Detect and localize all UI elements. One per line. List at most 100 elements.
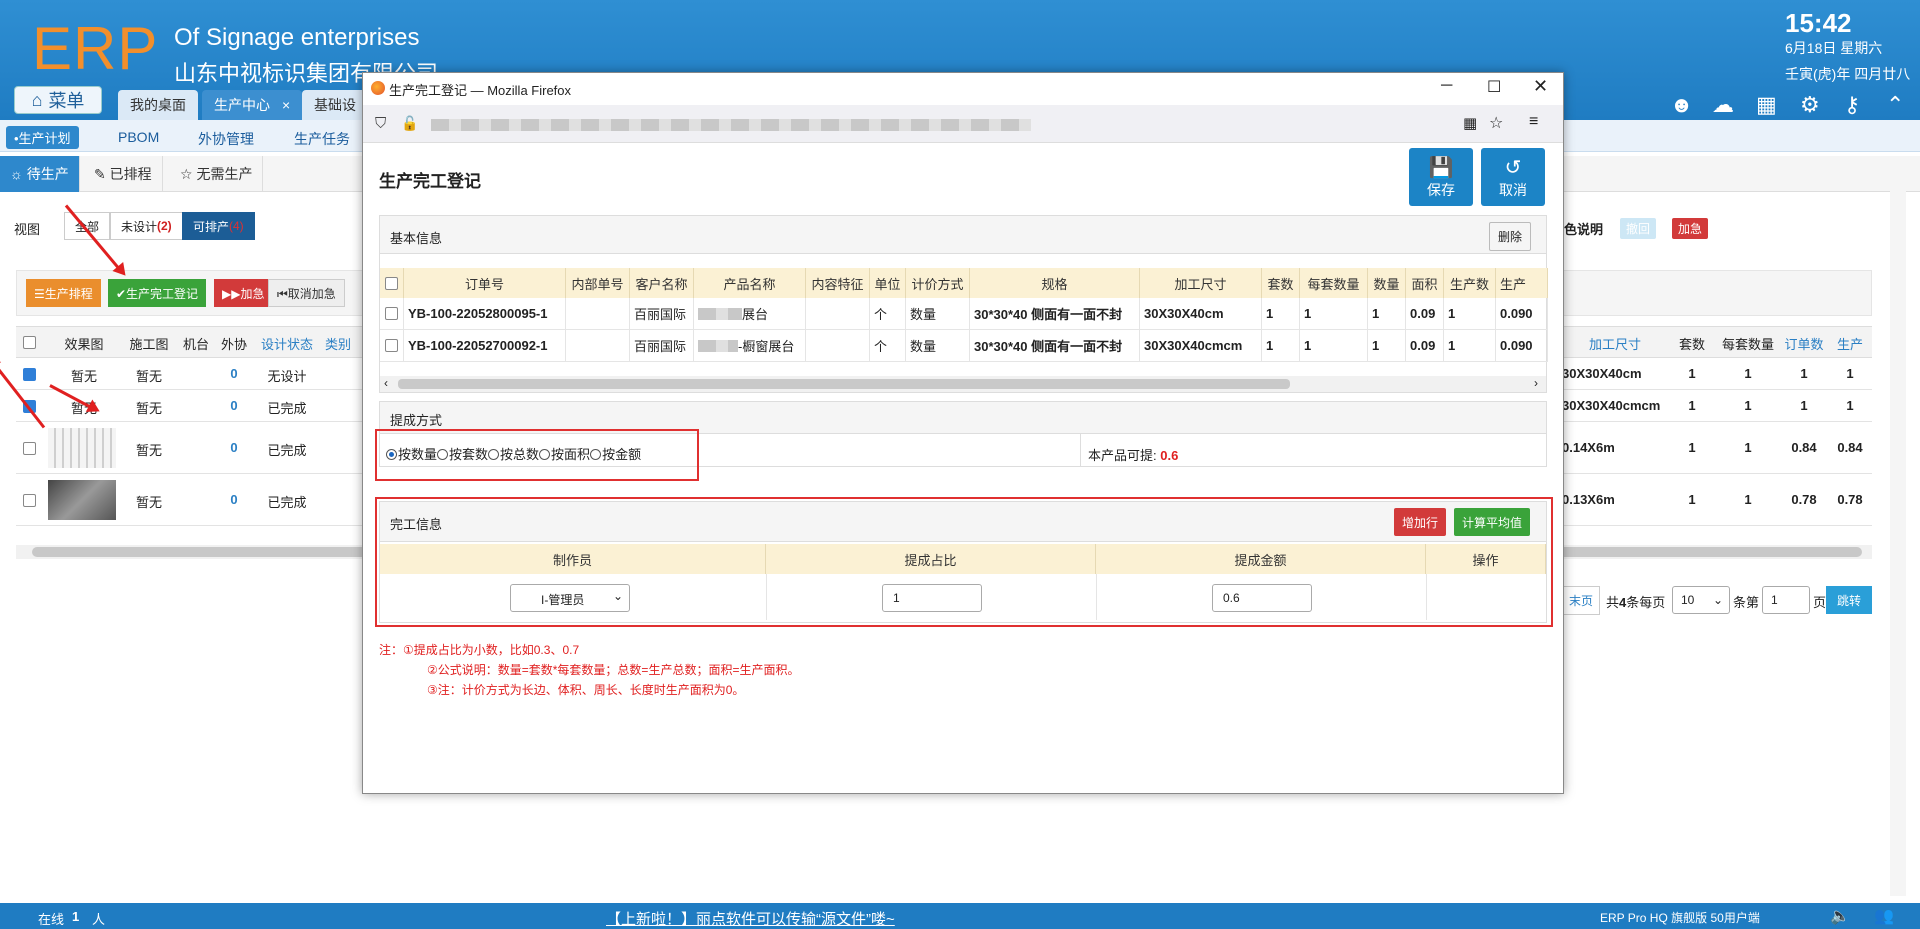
url-text[interactable] xyxy=(431,119,1031,131)
minimize-icon[interactable]: ─ xyxy=(1441,77,1452,95)
legend-badge-withdraw: 撤回 xyxy=(1620,218,1657,239)
col-design-status[interactable]: 设计状态 xyxy=(254,334,320,353)
add-row-button[interactable]: 增加行 xyxy=(1394,508,1447,536)
order-no-cell: YB-100-22052700092-1 xyxy=(404,330,566,362)
row-checkbox[interactable] xyxy=(23,368,36,381)
effect-thumbnail[interactable] xyxy=(48,480,116,520)
basic-info-title: 基本信息 xyxy=(390,231,443,246)
close-icon[interactable]: × xyxy=(282,97,290,113)
maximize-icon[interactable]: ☐ xyxy=(1487,77,1501,97)
scrollbar-thumb[interactable] xyxy=(398,379,1290,389)
subnav-item-pbom[interactable]: PBOM xyxy=(118,129,159,145)
outsource-cell[interactable]: 0 xyxy=(216,492,252,507)
th-operation: 操作 xyxy=(1426,544,1546,574)
chevron-down-icon: ⌄ xyxy=(1712,593,1723,607)
tab-scheduled[interactable]: ✎ 已排程 xyxy=(84,156,163,192)
save-button[interactable]: 💾 保存 xyxy=(1409,148,1473,206)
view-undesigned-button[interactable]: 未设计 (2) xyxy=(110,212,183,240)
last-page-button[interactable]: 末页 xyxy=(1562,586,1601,615)
tab-no-production[interactable]: ☆ 无需生产 xyxy=(170,156,264,192)
effect-thumbnail[interactable] xyxy=(48,428,116,468)
outsource-cell[interactable]: 0 xyxy=(216,366,252,381)
menu-button[interactable]: ⌂ 菜单 xyxy=(14,86,102,114)
th-qty: 数量 xyxy=(1368,268,1406,298)
size-cell: 30X30X40cmcm xyxy=(1562,398,1661,413)
product-name: 展台 xyxy=(742,307,769,322)
product-cell: -橱窗展台 xyxy=(694,330,806,362)
col-size[interactable]: 加工尺寸 xyxy=(1562,334,1668,353)
status-cell: 已完成 xyxy=(267,495,307,510)
urgent-button[interactable]: ▶▶加急 xyxy=(214,279,273,307)
apps-icon[interactable]: ▦ xyxy=(1756,92,1777,118)
tab-production-center[interactable]: 生产中心 × xyxy=(202,90,303,120)
schedule-button[interactable]: ☰生产排程 xyxy=(26,279,101,307)
th-prod: 生产 xyxy=(1496,268,1548,298)
scroll-left-icon[interactable]: ‹ xyxy=(384,376,388,390)
speaker-icon[interactable]: 🔈 xyxy=(1830,906,1850,926)
bookmark-star-icon[interactable]: ☆ xyxy=(1489,113,1503,133)
th-size: 加工尺寸 xyxy=(1140,268,1262,298)
close-icon[interactable]: ✕ xyxy=(1533,76,1548,97)
tab-desktop[interactable]: 我的桌面 xyxy=(118,90,198,120)
key-icon[interactable]: ⚷ xyxy=(1844,92,1860,118)
completion-register-button[interactable]: ✔生产完工登记 xyxy=(108,279,207,307)
subnav-item-task[interactable]: 生产任务 xyxy=(294,129,350,149)
amount-input[interactable]: 0.6 xyxy=(1212,584,1312,612)
th-amount: 提成金额 xyxy=(1096,544,1426,574)
row-checkbox[interactable] xyxy=(23,494,36,507)
col-order-qty[interactable]: 订单数 xyxy=(1780,334,1828,353)
select-all-checkbox[interactable] xyxy=(23,336,36,349)
vertical-scrollbar[interactable] xyxy=(1890,156,1906,896)
note-2: ②公式说明：数量=套数*每套数量；总数=生产总数；面积=生产面积。 xyxy=(427,663,800,677)
completion-register-window: 生产完工登记 — Mozilla Firefox ─ ☐ ✕ ⛉ 🔓 ▦ ☆ ≡… xyxy=(362,72,1564,794)
scroll-right-icon[interactable]: › xyxy=(1534,376,1538,390)
tab-basic-settings[interactable]: 基础设 xyxy=(302,90,368,120)
view-schedulable-button[interactable]: 可排产 (4) xyxy=(182,212,255,240)
delete-button[interactable]: 删除 xyxy=(1489,222,1532,251)
cancel-button[interactable]: ↺ 取消 xyxy=(1481,148,1545,206)
cancel-urgent-button[interactable]: ⏮取消加急 xyxy=(268,279,345,307)
col-production[interactable]: 生产 xyxy=(1828,334,1872,353)
subnav-item-plan[interactable]: •生产计划 xyxy=(6,126,79,149)
user-icon[interactable]: ☻ xyxy=(1670,92,1693,118)
go-button[interactable]: 跳转 xyxy=(1826,586,1872,614)
outsource-cell[interactable]: 0 xyxy=(216,398,252,413)
th-spec: 规格 xyxy=(970,268,1140,298)
col-category[interactable]: 类别 xyxy=(320,334,356,353)
construct-cell: 暂无 xyxy=(135,369,162,384)
shield-icon[interactable]: ⛉ xyxy=(375,115,386,132)
page-size-select[interactable]: 10 ⌄ xyxy=(1672,586,1730,614)
maker-select[interactable]: I-管理员 ⌄ xyxy=(510,584,630,612)
th-pricing: 计价方式 xyxy=(906,268,970,298)
row-checkbox[interactable] xyxy=(385,339,398,352)
page-input[interactable]: 1 xyxy=(1762,586,1810,614)
row-checkbox[interactable] xyxy=(23,442,36,455)
calc-average-button[interactable]: 计算平均值 xyxy=(1454,508,1531,536)
can-commission-value: 0.6 xyxy=(1160,448,1179,463)
lock-icon[interactable]: 🔓 xyxy=(401,115,418,132)
col-machine: 机台 xyxy=(182,337,209,352)
gear-icon[interactable]: ⚙ xyxy=(1800,92,1820,118)
menu-icon[interactable]: ≡ xyxy=(1529,113,1538,131)
users-icon[interactable]: 👥 xyxy=(1874,906,1894,926)
collapse-icon[interactable]: ⌃ xyxy=(1886,92,1904,118)
select-all-checkbox[interactable] xyxy=(385,276,398,290)
subnav-item-outsource[interactable]: 外协管理 xyxy=(198,129,254,149)
tab-pending[interactable]: ☼ 待生产 xyxy=(0,156,80,192)
news-marquee[interactable]: 【上新啦！】丽点软件可以传输“源文件”喽~ xyxy=(606,908,895,929)
view-all-button[interactable]: 全部 xyxy=(64,212,111,240)
outsource-cell[interactable]: 0 xyxy=(216,440,252,455)
row-checkbox[interactable] xyxy=(385,307,398,320)
cancel-label: 取消 xyxy=(1499,181,1527,198)
qr-code-icon[interactable]: ▦ xyxy=(1463,114,1477,132)
prod-cell: 1 xyxy=(1846,398,1854,413)
spec-cell: 30*30*40 侧面有一面不封 xyxy=(970,298,1140,330)
customer-cell: 百丽国际 xyxy=(630,330,694,362)
pricing-cell: 数量 xyxy=(906,330,970,362)
cloud-icon[interactable]: ☁ xyxy=(1712,92,1734,118)
undesigned-count: (2) xyxy=(157,219,172,233)
popup-body: 生产完工登记 💾 保存 ↺ 取消 基本信息 删除 订单号 内部单号 客户名称 产… xyxy=(363,143,1563,793)
ratio-input[interactable]: 1 xyxy=(882,584,982,612)
divider xyxy=(1080,434,1081,466)
row-checkbox-cell xyxy=(380,330,404,362)
